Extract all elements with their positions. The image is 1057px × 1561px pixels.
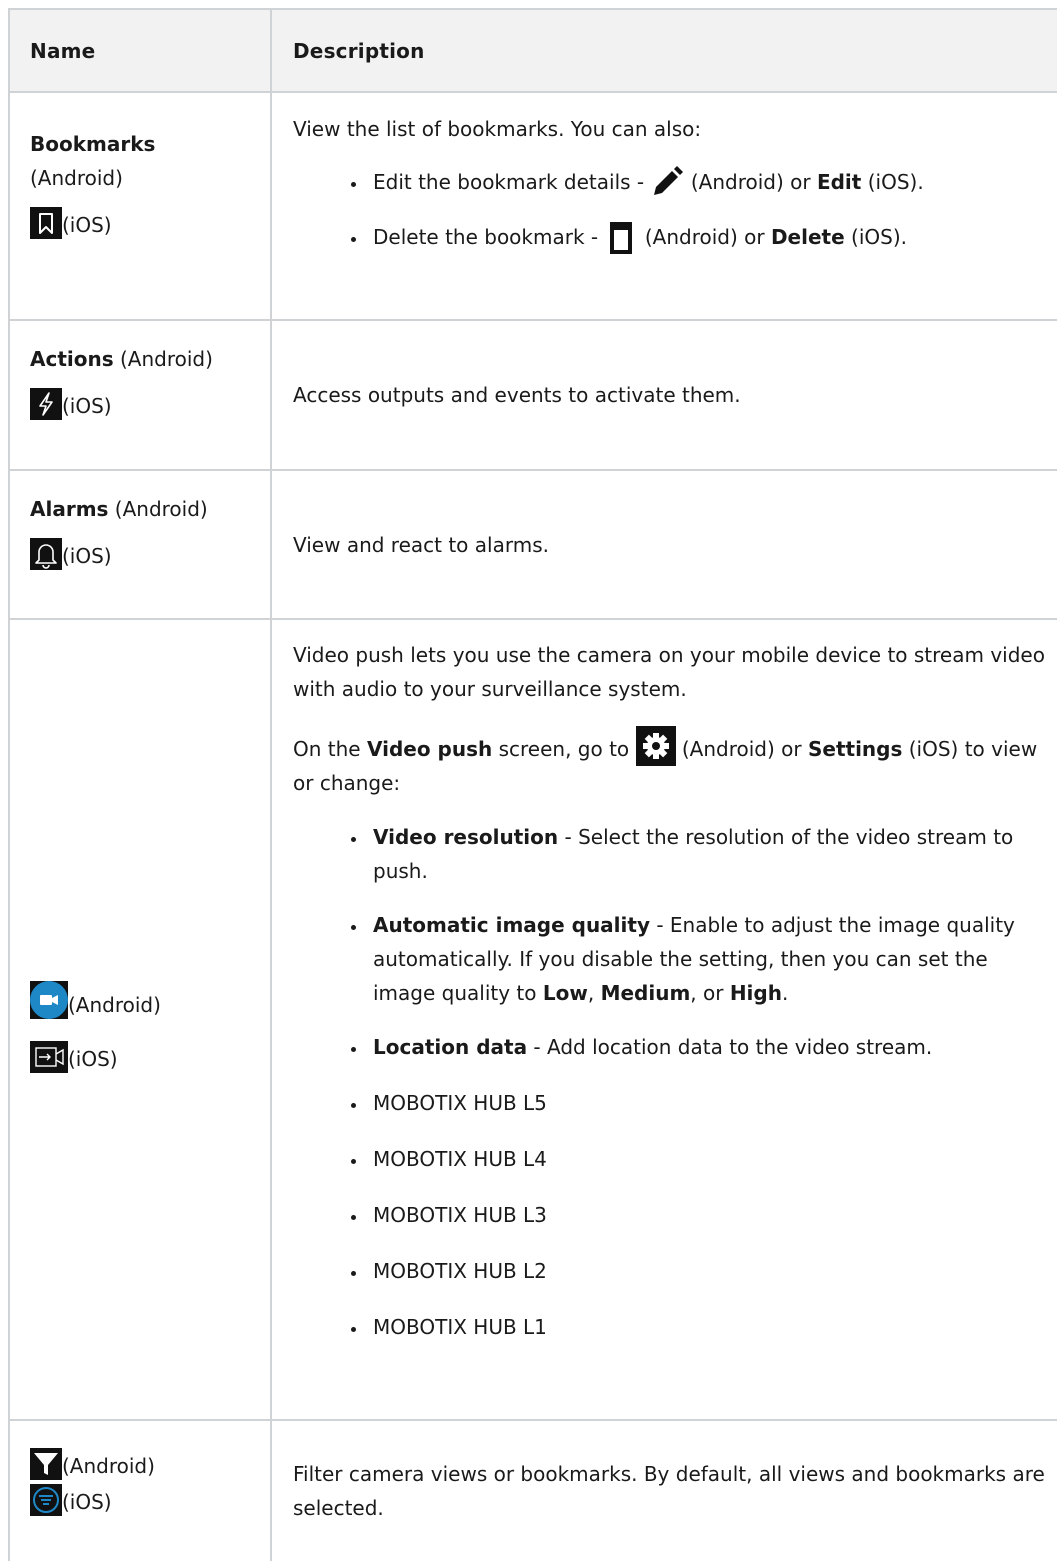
android-label: (Android) — [113, 347, 213, 371]
row-description: Filter camera views or bookmarks. By def… — [293, 1462, 1045, 1520]
reference-table: Name Description Bookmarks (Android) (iO… — [8, 8, 1057, 1561]
ios-label: (iOS) — [62, 394, 112, 418]
list-item: Video resolution - Select the resolution… — [293, 820, 1049, 888]
header-description: Description — [293, 38, 425, 63]
header-name: Name — [10, 10, 272, 91]
table-header: Name Description — [10, 10, 1057, 93]
filter-icon — [30, 1448, 62, 1480]
bookmark-icon — [30, 207, 62, 239]
gear-icon — [635, 726, 676, 766]
bell-icon — [30, 538, 62, 570]
row-paragraph: Video push lets you use the camera on yo… — [293, 643, 1045, 701]
video-camera-icon — [30, 980, 68, 1019]
table-row-alarms: Alarms (Android) (iOS) View and react to… — [10, 471, 1057, 620]
list-item: Location data - Add location data to the… — [293, 1030, 1049, 1064]
table-row-filter: (Android) (iOS) Filter camera views or b… — [10, 1421, 1057, 1561]
video-push-settings-list: Video resolution - Select the resolution… — [293, 820, 1049, 1344]
android-label: (Android) — [30, 166, 123, 190]
name-cell: (Android) (iOS) — [10, 620, 272, 1419]
ios-label: (iOS) — [62, 213, 112, 237]
ios-label: (iOS) — [68, 1046, 118, 1071]
list-item: Edit the bookmark details - (Android) or… — [293, 165, 1049, 199]
name-cell: (Android) (iOS) — [10, 1421, 272, 1561]
pencil-icon — [650, 165, 685, 199]
row-name: Alarms — [30, 497, 109, 521]
row-intro: View the list of bookmarks. You can also… — [293, 117, 702, 141]
list-item: Automatic image quality - Enable to adju… — [293, 908, 1049, 1010]
row-name: Actions — [30, 347, 114, 371]
list-item-product: MOBOTIX HUB L4 — [293, 1142, 1049, 1176]
android-label: (Android) — [108, 497, 208, 521]
ios-label: (iOS) — [62, 1490, 112, 1514]
list-item: Delete the bookmark - (Android) or Delet… — [293, 220, 1049, 254]
list-item-product: MOBOTIX HUB L3 — [293, 1198, 1049, 1232]
row-description: Access outputs and events to activate th… — [293, 383, 741, 407]
description-cell: Filter camera views or bookmarks. By def… — [272, 1421, 1057, 1561]
row-paragraph-settings: On the Video push screen, go to (Android… — [293, 726, 1049, 800]
filter-circle-icon — [30, 1484, 62, 1516]
ios-label: (iOS) — [62, 544, 112, 568]
bookmark-options-list: Edit the bookmark details - (Android) or… — [293, 165, 1049, 254]
description-cell: View and react to alarms. — [272, 471, 1057, 618]
table-row-bookmarks: Bookmarks (Android) (iOS) View the list … — [10, 93, 1057, 321]
table-row-actions: Actions (Android) (iOS) Access outputs a… — [10, 321, 1057, 471]
description-cell: Video push lets you use the camera on yo… — [272, 620, 1057, 1419]
name-cell: Alarms (Android) (iOS) — [10, 471, 272, 618]
list-item-product: MOBOTIX HUB L5 — [293, 1086, 1049, 1120]
name-cell: Actions (Android) (iOS) — [10, 321, 272, 469]
android-label: (Android) — [62, 1454, 155, 1478]
row-description: View and react to alarms. — [293, 532, 549, 557]
video-push-icon — [30, 1040, 68, 1073]
list-item-product: MOBOTIX HUB L1 — [293, 1310, 1049, 1344]
android-label: (Android) — [68, 992, 161, 1017]
name-cell: Bookmarks (Android) (iOS) — [10, 93, 272, 319]
table-row-video-push: (Android) (iOS) Video push lets you use … — [10, 620, 1057, 1421]
list-item-product: MOBOTIX HUB L2 — [293, 1254, 1049, 1288]
description-cell: View the list of bookmarks. You can also… — [272, 93, 1057, 319]
description-cell: Access outputs and events to activate th… — [272, 321, 1057, 469]
lightning-icon — [30, 388, 62, 420]
trash-icon — [604, 220, 639, 254]
row-name: Bookmarks — [30, 132, 156, 156]
